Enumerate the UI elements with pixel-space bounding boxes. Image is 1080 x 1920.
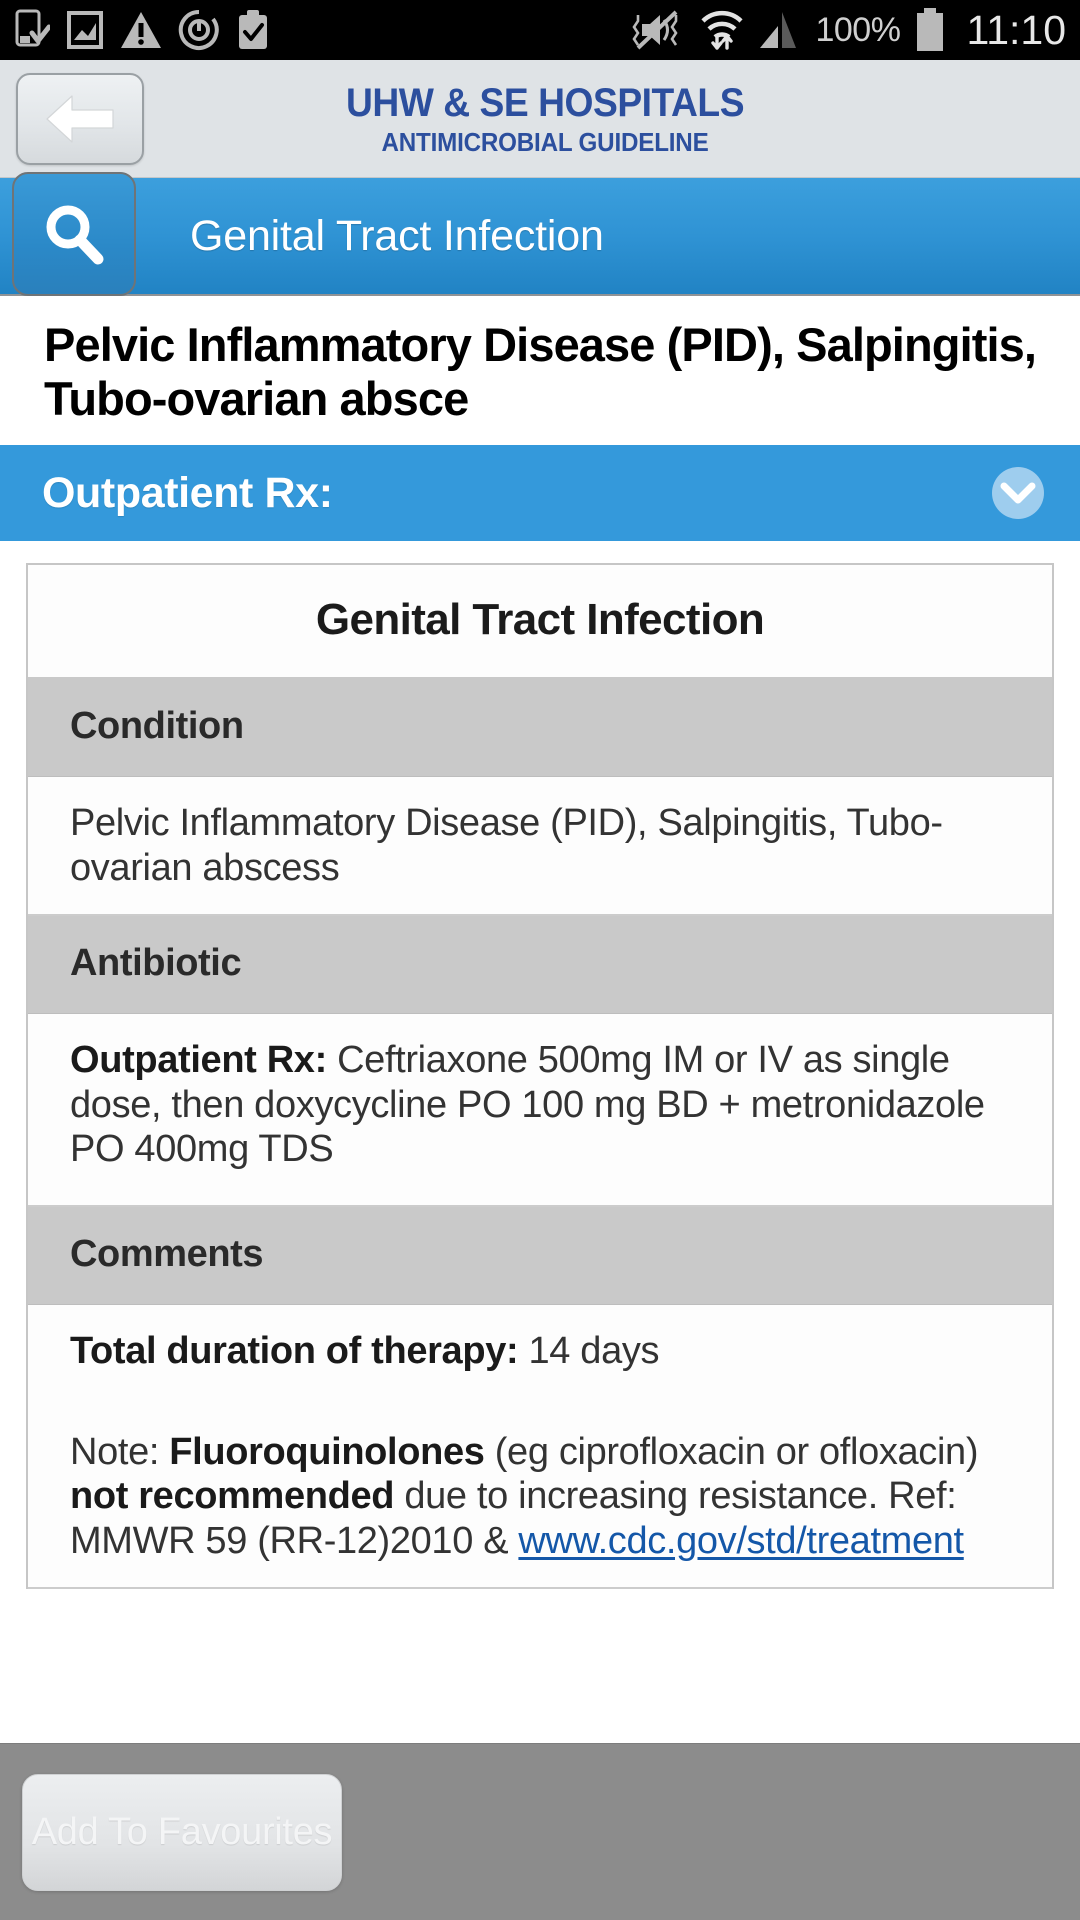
table-row-value-comments: Total duration of therapy: 14 days Note:… <box>28 1305 1052 1590</box>
table-row-value-antibiotic: Outpatient Rx: Ceftriaxone 500mg IM or I… <box>28 1014 1052 1208</box>
back-button[interactable] <box>16 73 144 165</box>
status-bar: 100% 11:10 <box>0 0 1080 60</box>
search-icon <box>41 201 107 267</box>
therapy-duration-line: Total duration of therapy: 14 days <box>70 1329 1012 1373</box>
battery-percent-label: 100% <box>815 10 901 49</box>
status-bar-right-icons: 100% 11:10 <box>632 7 1066 54</box>
cdc-treatment-link[interactable]: www.cdc.gov/std/treatment <box>518 1520 964 1562</box>
table-row-header-antibiotic: Antibiotic <box>28 916 1052 1015</box>
category-search-bar: Genital Tract Infection <box>0 172 1080 296</box>
wifi-transfer-icon <box>699 8 745 52</box>
note-prefix: Note: <box>70 1430 170 1473</box>
power-sync-icon <box>178 9 220 51</box>
table-title: Genital Tract Infection <box>28 565 1052 680</box>
brand-title: UHW & SE HOSPITALS <box>345 80 745 125</box>
table-row-header-condition: Condition <box>28 679 1052 778</box>
category-label: Genital Tract Infection <box>190 211 604 260</box>
guideline-table: Genital Tract Infection Condition Pelvic… <box>26 563 1054 1590</box>
note-middle-1: (eg ciprofloxacin or ofloxacin) <box>484 1430 979 1473</box>
search-button[interactable] <box>12 172 136 296</box>
mute-vibrate-icon <box>632 8 686 52</box>
fluoroquinolone-note: Note: Fluoroquinolones (eg ciprofloxacin… <box>70 1374 1012 1563</box>
battery-icon <box>913 7 947 53</box>
bottom-action-bar: Add To Favourites <box>0 1743 1080 1920</box>
page-title: Pelvic Inflammatory Disease (PID), Salpi… <box>0 296 1080 446</box>
add-to-favourites-label: Add To Favourites <box>31 1811 333 1853</box>
table-row-header-comments: Comments <box>28 1207 1052 1306</box>
antibiotic-value-label: Outpatient Rx: <box>70 1039 327 1082</box>
table-row-value-condition: Pelvic Inflammatory Disease (PID), Salpi… <box>28 777 1052 917</box>
app-header: UHW & SE HOSPITALS ANTIMICROBIAL GUIDELI… <box>0 60 1080 178</box>
expand-collapse-toggle[interactable] <box>990 465 1046 521</box>
back-arrow-icon <box>44 93 116 145</box>
brand-subtitle: ANTIMICROBIAL GUIDELINE <box>381 126 709 157</box>
section-header-outpatient-rx[interactable]: Outpatient Rx: <box>0 445 1080 542</box>
status-bar-left-icons <box>14 9 270 51</box>
content-area: Genital Tract Infection Condition Pelvic… <box>0 541 1080 1590</box>
chevron-down-circle-icon <box>990 465 1046 521</box>
image-chart-icon <box>66 10 104 50</box>
section-title: Outpatient Rx: <box>42 468 333 517</box>
phone-download-icon <box>14 9 50 51</box>
signal-bars-icon <box>758 8 802 52</box>
clipboard-check-icon <box>236 9 270 51</box>
clock-label: 11:10 <box>966 6 1066 53</box>
note-bold-not-recommended: not recommended <box>70 1475 395 1518</box>
warning-triangle-icon <box>120 10 162 50</box>
therapy-duration-label: Total duration of therapy: <box>70 1330 519 1373</box>
therapy-duration-value: 14 days <box>518 1330 660 1373</box>
brand-block: UHW & SE HOSPITALS ANTIMICROBIAL GUIDELI… <box>0 83 1080 155</box>
note-bold-fluoroquinolones: Fluoroquinolones <box>169 1430 485 1473</box>
add-to-favourites-button[interactable]: Add To Favourites <box>22 1774 342 1891</box>
